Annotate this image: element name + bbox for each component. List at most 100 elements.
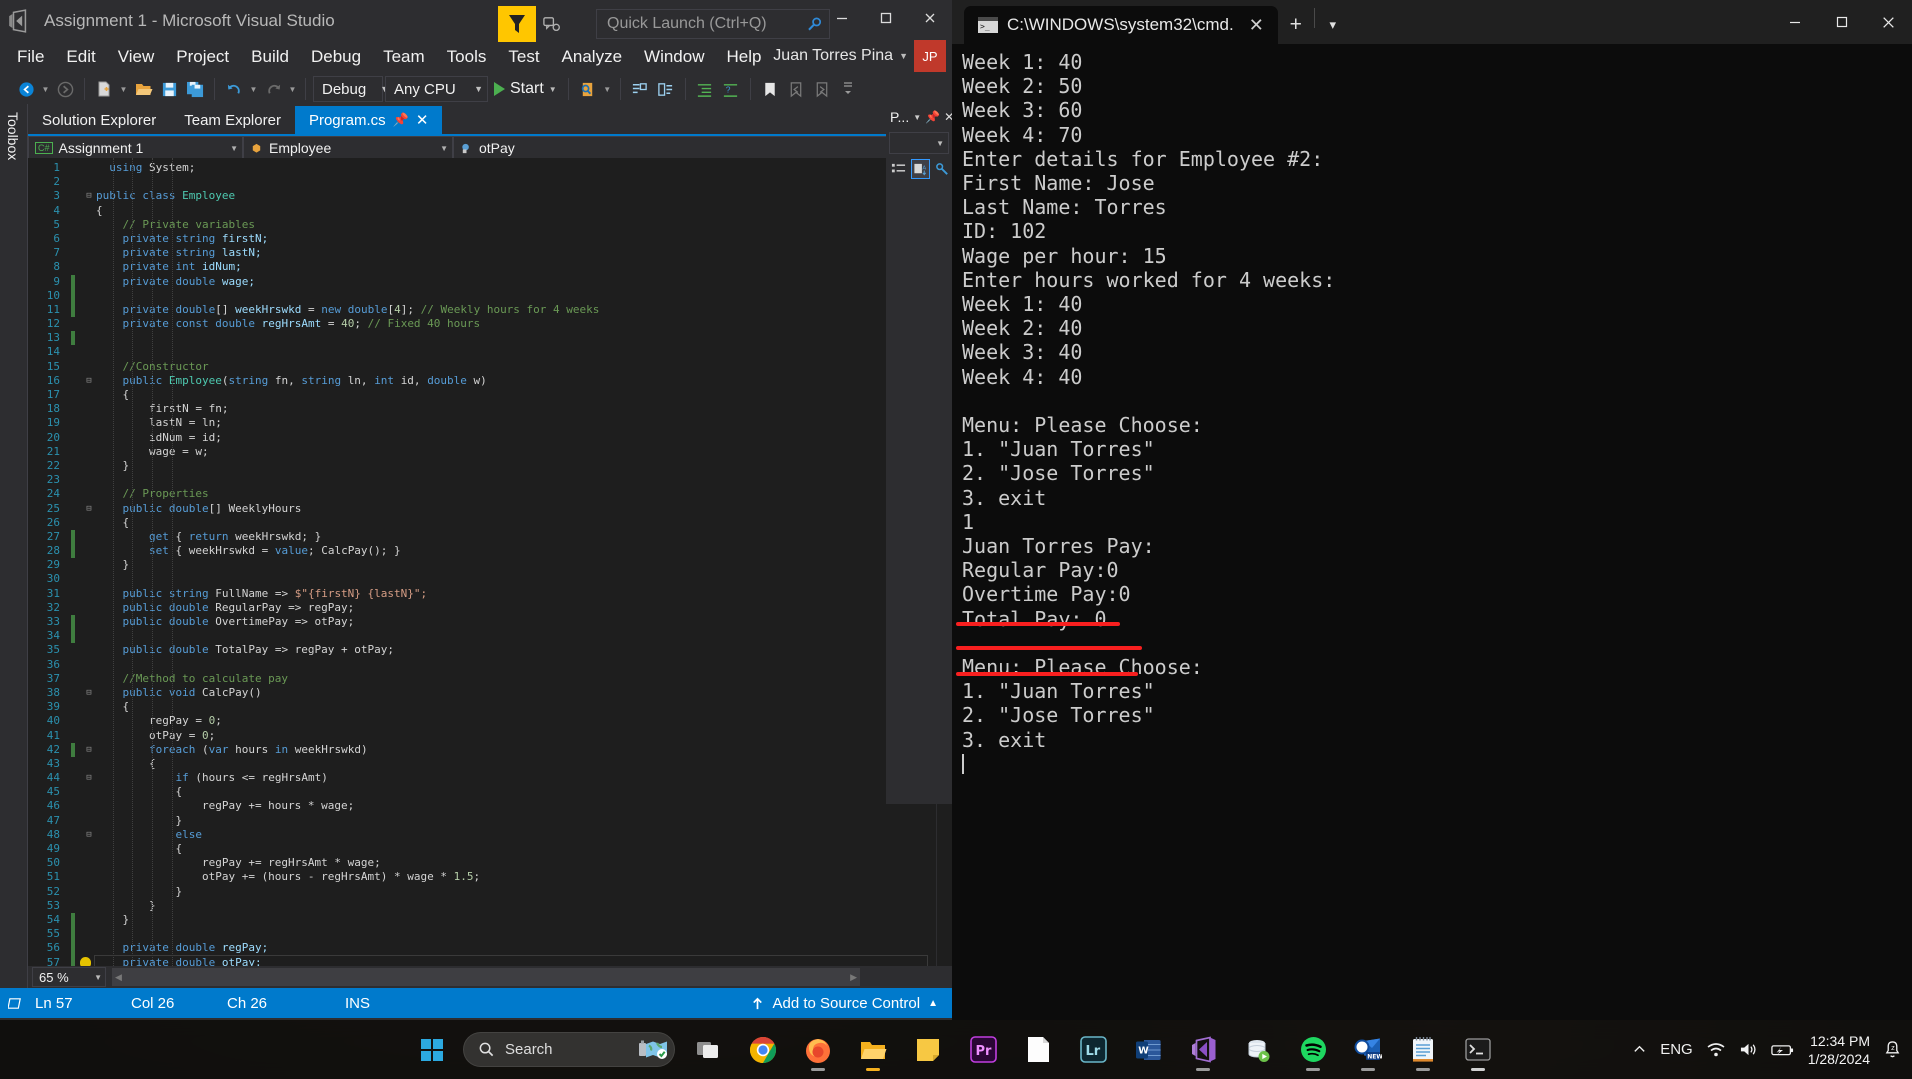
uncomment-selection-icon[interactable] [654,76,678,102]
save-icon[interactable] [157,76,181,102]
volume-icon[interactable] [1739,1041,1758,1058]
toolbar-overflow-icon[interactable] [836,76,860,102]
code-line[interactable]: 26 { [28,516,936,530]
code-line[interactable]: 4{ [28,204,936,218]
code-line[interactable]: 1 using System; [28,161,936,175]
taskbar-app-firefox[interactable] [796,1028,840,1072]
code-line[interactable]: 44 ⊟ if (hours <= regHrsAmt) [28,771,936,785]
tab-solution-explorer[interactable]: Solution Explorer [28,106,170,134]
code-line[interactable]: 32 public double RegularPay => regPay; [28,601,936,615]
menu-tools[interactable]: Tools [436,44,498,70]
comment-selection-icon[interactable] [628,76,652,102]
member-select[interactable]: otPay ▼ [453,136,950,160]
code-line[interactable]: 21 wage = w; [28,445,936,459]
close-icon[interactable]: ✕ [1243,15,1270,36]
code-line[interactable]: 24 // Properties [28,487,936,501]
code-lines-container[interactable]: 1 using System; 2 3 ⊟ public class Employee 4… [28,158,936,966]
code-line[interactable]: 9 private double wage; [28,274,936,289]
properties-object-select[interactable]: ▼ [889,132,949,154]
status-source-control[interactable]: Add to Source Control ▲ [750,995,938,1012]
menu-build[interactable]: Build [240,44,300,70]
tab-team-explorer[interactable]: Team Explorer [170,106,295,134]
taskbar-app-spotify[interactable] [1291,1028,1335,1072]
fold-toggle-icon[interactable]: ⊟ [82,686,96,700]
property-pages-icon[interactable] [933,159,952,179]
code-line[interactable]: 54 } [28,912,936,928]
fold-toggle-icon[interactable]: ⊟ [82,502,96,516]
send-feedback-icon[interactable] [498,6,536,42]
code-line[interactable]: 15 //Constructor [28,360,936,374]
cmd-tab[interactable]: C:\WINDOWS\system32\cmd. ✕ [964,6,1278,44]
code-line[interactable]: 19 lastN = ln; [28,416,936,430]
code-line[interactable]: 35 public double TotalPay => regPay + ot… [28,643,936,657]
increase-indent-icon[interactable] [693,76,717,102]
code-line[interactable]: 43 { [28,757,936,771]
fold-toggle-icon[interactable]: ⊟ [82,189,96,203]
code-line[interactable]: 49 { [28,842,936,856]
taskbar-search[interactable]: Search [463,1032,675,1067]
menu-file[interactable]: File [6,44,55,70]
menu-help[interactable]: Help [716,44,773,70]
editor-horizontal-scrollbar[interactable]: ◀ ▶ [112,968,860,986]
new-project-icon[interactable] [92,76,116,102]
code-line[interactable]: 18 firstN = fn; [28,402,936,416]
code-line[interactable]: 3 ⊟ public class Employee [28,189,936,203]
pin-icon[interactable]: 📌 [393,112,409,128]
tab-program-cs[interactable]: Program.cs 📌 ✕ [294,106,443,134]
fold-toggle-icon[interactable]: ⊟ [82,743,96,757]
cmd-maximize-button[interactable] [1818,0,1865,44]
menu-debug[interactable]: Debug [300,44,372,70]
taskbar-app-task-view[interactable] [686,1028,730,1072]
cmd-minimize-button[interactable] [1771,0,1818,44]
type-select[interactable]: Employee ▼ [243,136,453,160]
code-line[interactable]: 20 idNum = id; [28,431,936,445]
code-line[interactable]: 36 [28,658,936,672]
code-line[interactable]: 8 private int idNum; [28,260,936,274]
code-line[interactable]: 14 [28,345,936,359]
decrease-indent-icon[interactable]: ? [719,76,743,102]
code-line[interactable]: 5 // Private variables [28,218,936,232]
vs-maximize-button[interactable] [864,0,908,36]
code-line[interactable]: 38 ⊟ public void CalcPay() [28,686,936,700]
redo-icon[interactable] [261,76,285,102]
undo-dropdown-icon[interactable]: ▼ [248,76,259,102]
open-file-icon[interactable] [131,76,155,102]
code-line[interactable]: 16 ⊟ public Employee(string fn, string ln… [28,374,936,388]
tray-language[interactable]: ENG [1660,1041,1693,1058]
taskbar-app-word[interactable]: W [1126,1028,1170,1072]
code-line[interactable]: 34 [28,629,936,644]
taskbar-app-blank-document[interactable] [1016,1028,1060,1072]
taskbar-app-outlook[interactable]: NEW [1346,1028,1390,1072]
toggle-bookmark-icon[interactable] [758,76,782,102]
menu-test[interactable]: Test [497,44,550,70]
scroll-left-arrow-icon[interactable]: ◀ [115,972,122,983]
vs-minimize-button[interactable] [820,0,864,36]
new-tab-button[interactable]: + [1278,6,1314,44]
undo-icon[interactable] [222,76,246,102]
scroll-right-arrow-icon[interactable]: ▶ [850,972,857,983]
code-line[interactable]: 13 [28,331,936,346]
taskbar-app-file-explorer[interactable] [851,1028,895,1072]
avatar[interactable]: JP [914,40,946,72]
code-line[interactable]: 27 get { return weekHrswkd; } [28,529,936,545]
code-line[interactable]: 6 private string firstN; [28,232,936,246]
previous-bookmark-icon[interactable] [784,76,808,102]
code-line[interactable]: 2 [28,175,936,189]
next-bookmark-icon[interactable] [810,76,834,102]
menu-project[interactable]: Project [165,44,240,70]
code-line[interactable]: 51 otPay += (hours - regHrsAmt) * wage *… [28,870,936,884]
fold-toggle-icon[interactable]: ⊟ [82,374,96,388]
code-line[interactable]: 53 } [28,899,936,913]
code-line[interactable]: 17 { [28,388,936,402]
tab-dropdown-button[interactable]: ▾ [1315,6,1351,44]
menu-team[interactable]: Team [372,44,436,70]
code-editor[interactable]: 1 using System; 2 3 ⊟ public class Employee 4… [28,158,952,966]
close-icon[interactable]: ✕ [416,111,429,129]
code-line[interactable]: 10 [28,288,936,303]
code-line[interactable]: 30 [28,572,936,586]
find-in-files-icon[interactable] [576,76,600,102]
tray-expand-icon[interactable] [1632,1042,1647,1057]
code-line[interactable]: 55 [28,927,936,942]
build-configuration-select[interactable]: Debug ▼ [313,76,389,102]
taskbar-app-sql-server[interactable] [1236,1028,1280,1072]
